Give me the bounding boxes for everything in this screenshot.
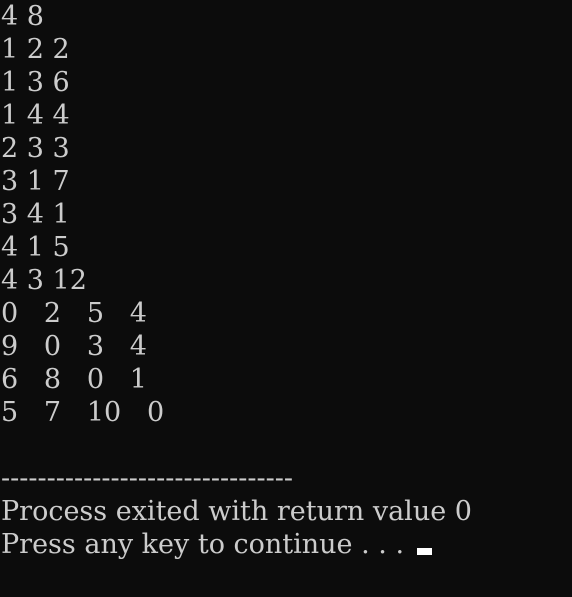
text-cursor — [416, 548, 432, 555]
input-line: 4 3 12 — [1, 265, 87, 296]
input-line: 3 4 1 — [1, 199, 70, 230]
matrix-row: 5 7 10 0 — [1, 397, 165, 428]
input-line: 3 1 7 — [1, 166, 70, 197]
input-line: 1 4 4 — [1, 100, 70, 131]
matrix-row: 6 8 0 1 — [1, 364, 147, 395]
input-line: 1 3 6 — [1, 67, 70, 98]
process-exit-message: Process exited with return value 0 — [1, 496, 472, 527]
matrix-row: 0 2 5 4 — [1, 298, 147, 329]
press-key-message: Press any key to continue . . . — [1, 529, 413, 560]
press-key-line: Press any key to continue . . . — [1, 528, 572, 561]
input-line: 4 8 — [1, 1, 44, 32]
input-line: 1 2 2 — [1, 34, 70, 65]
matrix-row: 9 0 3 4 — [1, 331, 147, 362]
separator-line: -------------------------------- — [1, 463, 293, 494]
input-line: 4 1 5 — [1, 232, 70, 263]
input-line: 2 3 3 — [1, 133, 70, 164]
console-window[interactable]: 4 8 1 2 2 1 3 6 1 4 4 2 3 3 3 1 7 3 4 1 … — [0, 0, 572, 597]
